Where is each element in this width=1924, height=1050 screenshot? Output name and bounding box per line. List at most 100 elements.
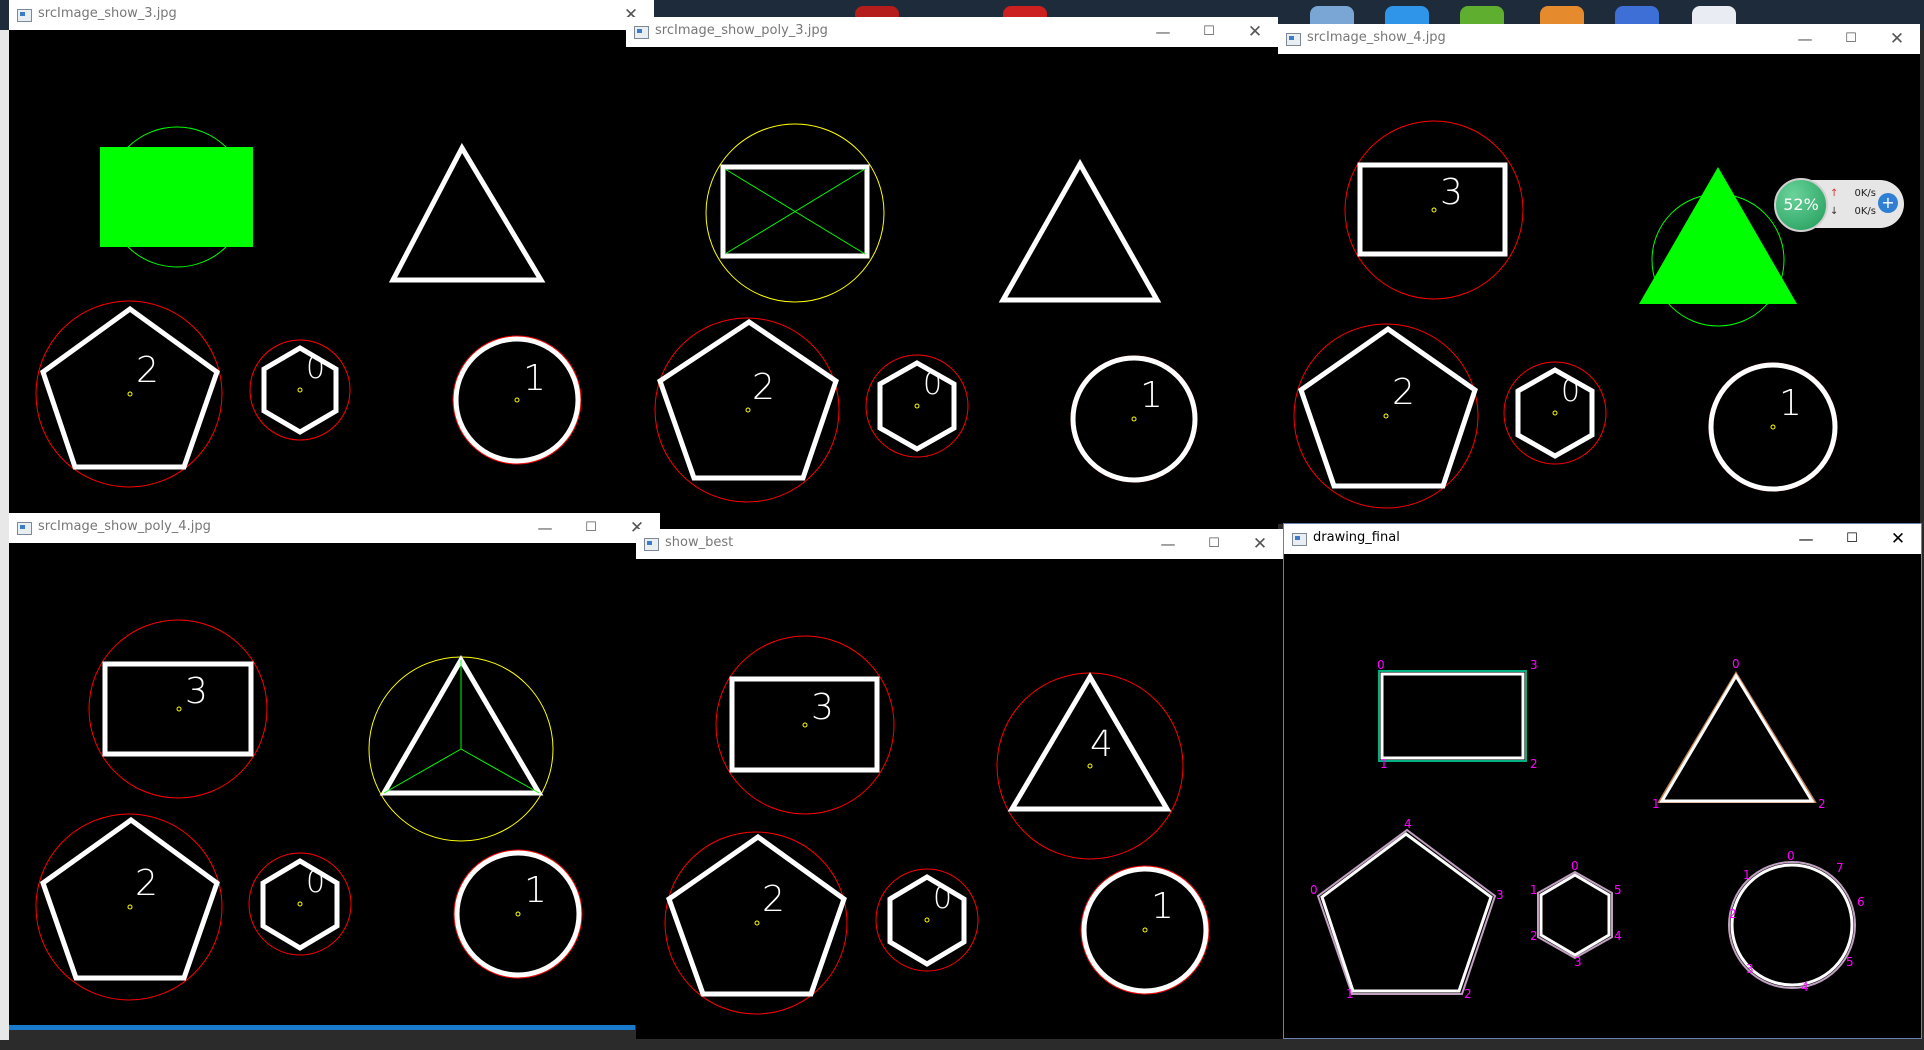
close-button[interactable]: ✕ [1874,24,1920,54]
shape-index-label: 0 [306,351,325,386]
vertex-label: 7 [1836,861,1844,875]
close-button[interactable]: ✕ [1232,17,1278,47]
upload-arrow-icon: ↑ [1830,188,1839,199]
shape-index-label: 0 [923,367,942,402]
hexagon-shape [877,360,957,452]
pentagon-shape [40,816,220,981]
title-bar[interactable]: srcImage_show_poly_4.jpg — ☐ ✕ [9,513,660,543]
add-icon[interactable]: + [1878,193,1898,213]
center-point [1142,927,1148,933]
min-enclosing-circle [35,813,223,1001]
rectangle-shape [102,661,254,757]
window-srcimage-show-poly-3[interactable]: srcImage_show_poly_3.jpg — ☐ ✕ 2 0 1 [626,17,1278,542]
rectangle-contour [1378,670,1527,762]
min-enclosing-circle [715,635,895,815]
hexagon-shape [260,858,340,951]
vertex-label: 1 [1530,883,1538,897]
minimize-button[interactable]: — [1145,529,1191,559]
filled-rectangle [100,147,253,247]
window-srcimage-show-poly-4[interactable]: srcImage_show_poly_4.jpg — ☐ ✕ 3 2 0 1 [9,513,660,1025]
center-point [924,917,930,923]
shape-index-label: 1 [523,358,546,399]
vertex-label: 1 [1346,987,1354,1001]
shape-index-label: 3 [1440,172,1463,213]
vertex-label: 3 [1496,888,1504,902]
min-enclosing-circle [654,317,840,503]
shape-index-label: 1 [1140,375,1163,416]
window-drawing-final[interactable]: drawing_final — ☐ ✕ 0 3 1 2 0 1 2 4 0 3 … [1283,523,1922,1039]
vertex-label: 2 [1530,757,1538,771]
hexagon-contour [1537,870,1613,960]
minimize-button[interactable]: — [522,513,568,543]
maximize-button[interactable]: ☐ [1828,24,1874,54]
rectangle-shape [1380,672,1525,760]
title-bar[interactable]: srcImage_show_4.jpg — ☐ ✕ [1278,24,1920,54]
close-button[interactable]: ✕ [1875,524,1921,554]
minimize-button[interactable]: — [1140,17,1186,47]
title-bar[interactable]: show_best — ☐ ✕ [636,529,1283,559]
circle-shape [1070,355,1198,483]
hexagon-shape [887,874,967,967]
triangle-contour [1657,671,1817,803]
shape-drawing: 3 2 0 1 [1293,120,1838,509]
close-button[interactable]: ✕ [1237,529,1283,559]
maximize-button[interactable]: ☐ [568,513,614,543]
center-point [745,407,751,413]
window-icon [1292,533,1307,546]
vertex-label: 5 [1614,883,1622,897]
window-title: show_best [665,535,734,550]
center-point [1131,416,1137,422]
center-point [1770,424,1776,430]
center-point [914,403,920,409]
vertex-label: 2 [1729,907,1737,921]
title-bar[interactable]: srcImage_show_poly_3.jpg — ☐ ✕ [626,17,1278,47]
vertex-label: 0 [1310,883,1318,897]
min-enclosing-circle [88,619,268,799]
minimize-button[interactable]: — [1782,24,1828,54]
min-enclosing-circle [664,831,848,1015]
vertex-label: 1 [1743,868,1751,882]
background-app-strip [0,30,9,1040]
filled-triangle [1639,167,1797,304]
shape-index-label: 2 [135,863,158,904]
hexagon-shape [261,345,339,435]
circle-shape [453,336,581,464]
shape-index-label: 0 [306,865,325,900]
shape-index-label: 2 [136,350,159,391]
vertex-label: 3 [1746,962,1754,976]
network-speed-widget[interactable]: 52% ↑ ↓ 0K/s 0K/s + [1774,178,1904,232]
usage-gauge: 52% [1774,178,1828,232]
vertex-label: 2 [1818,797,1826,811]
window-icon [17,522,32,535]
vertex-label: 0 [1787,849,1795,863]
window-title: drawing_final [1313,530,1400,545]
pentagon-shape [1298,325,1478,489]
pentagon-shape [1320,832,1493,993]
title-bar[interactable]: srcImage_show_3.jpg ✕ [9,0,654,30]
center-point [515,911,521,917]
vertex-label: 3 [1530,658,1538,672]
minimize-button[interactable]: — [1783,524,1829,554]
window-srcimage-show-4[interactable]: srcImage_show_4.jpg — ☐ ✕ 3 2 0 1 [1278,24,1920,524]
title-bar[interactable]: drawing_final — ☐ ✕ [1284,524,1921,554]
center-point [802,722,808,728]
window-icon [634,26,649,39]
maximize-button[interactable]: ☐ [1829,524,1875,554]
maximize-button[interactable]: ☐ [1186,17,1232,47]
shape-drawing: 2 0 1 [35,126,582,488]
triangle-shape [388,142,546,283]
min-enclosing-circle [996,672,1184,860]
shape-index-label: 0 [933,881,952,916]
shape-index-label: 3 [811,687,834,728]
triangle-shape [998,158,1162,303]
window-icon [17,9,32,22]
window-title: srcImage_show_poly_4.jpg [38,519,211,534]
window-show-best[interactable]: show_best — ☐ ✕ 3 4 2 0 1 [636,529,1283,1039]
maximize-button[interactable]: ☐ [1191,529,1237,559]
min-enclosing-circle [1293,323,1479,509]
window-srcimage-show-3[interactable]: srcImage_show_3.jpg ✕ 2 0 1 [9,0,654,520]
vertex-label: 1 [1652,797,1660,811]
center-point [1552,410,1558,416]
vertex-label: 1 [1380,757,1388,771]
vertex-label: 2 [1464,987,1472,1001]
